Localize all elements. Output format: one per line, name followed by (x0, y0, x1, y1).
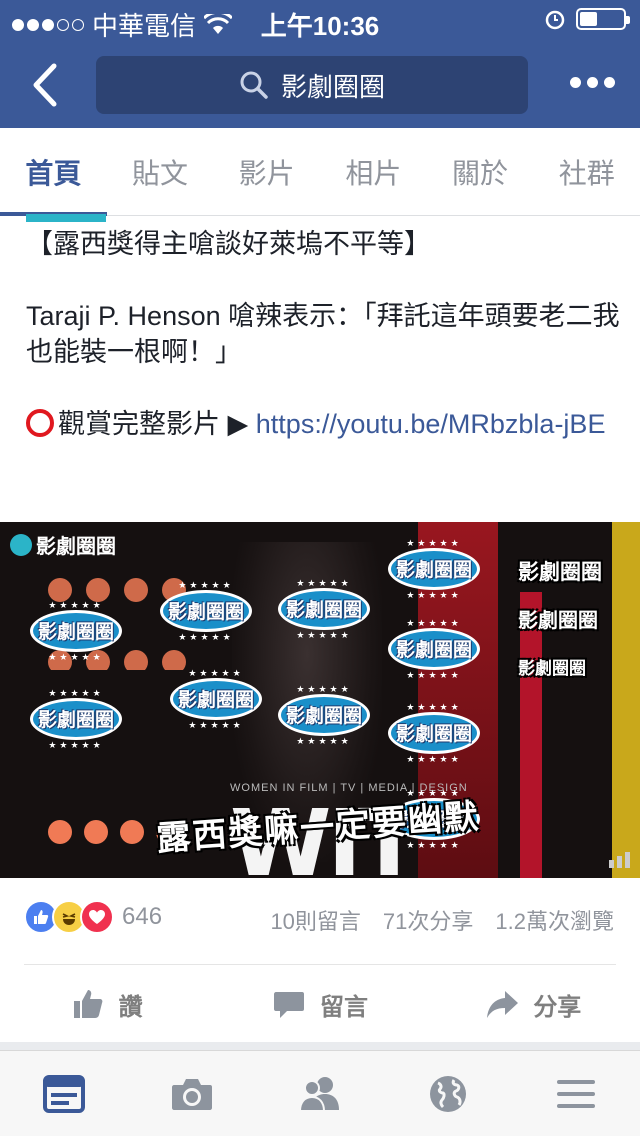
watermark-badge: ★★★★★ 影劇圈圈 ★★★★★ (382, 702, 486, 764)
comment-button[interactable]: 留言 (213, 968, 426, 1040)
stage-yellow-panel (612, 522, 640, 878)
comment-icon (273, 992, 304, 1018)
channel-logo-text: 影劇圈圈 (36, 536, 116, 558)
watermark-badge: ★★★★★ 影劇圈圈 ★★★★★ (382, 538, 486, 600)
globe-icon (430, 1075, 466, 1112)
cta-text: 觀賞完整影片 ▶ (58, 409, 249, 439)
tab-friends[interactable] (256, 1051, 384, 1136)
share-count[interactable]: 71次分享 (383, 904, 473, 936)
back-chevron-icon[interactable] (24, 60, 68, 110)
search-text: 影劇圈圈 (280, 71, 385, 102)
tab-notifications[interactable] (384, 1051, 512, 1136)
tab-menu[interactable] (512, 1051, 640, 1136)
tab-videos[interactable]: 影片 (213, 128, 320, 215)
post-text: 【露西獎得主嗆談好萊塢不平等】 Taraji P. Henson 嗆辣表示：「拜… (26, 226, 626, 442)
like-label: 讚 (118, 993, 143, 1021)
watermark-badge: ★★★★★ 影劇圈圈 ★★★★★ (24, 600, 128, 662)
flower-icon (10, 533, 32, 556)
alarm-icon (545, 10, 565, 30)
tab-posts[interactable]: 貼文 (107, 128, 214, 215)
search-input[interactable]: 影劇圈圈 (96, 56, 528, 114)
thumbs-up-icon (73, 990, 103, 1018)
watermark-text: 影劇圈圈 (518, 610, 598, 632)
like-button[interactable]: 讚 (0, 968, 213, 1040)
more-dot-icon (604, 76, 615, 88)
tab-camera[interactable] (128, 1051, 256, 1136)
page-tabs: 首頁 貼文 影片 相片 關於 社群 (0, 128, 640, 216)
post-cta: 觀賞完整影片 ▶ https://youtu.be/MRbzbla-jBE (26, 406, 626, 442)
watermark-badge: ★★★★★ 影劇圈圈 ★★★★★ (382, 618, 486, 680)
comment-label: 留言 (319, 993, 368, 1021)
video-link[interactable]: https://youtu.be/MRbzbla-jBE (256, 409, 606, 439)
tab-community[interactable]: 社群 (533, 128, 640, 215)
watermark-badge: ★★★★★ 影劇圈圈 ★★★★★ (272, 684, 376, 746)
share-arrow-icon (487, 991, 519, 1018)
search-icon (240, 71, 268, 99)
watermark-badge: ★★★★★ 影劇圈圈 ★★★★★ (164, 668, 268, 730)
bottom-tab-bar (0, 1050, 640, 1136)
volume-icon[interactable] (609, 852, 630, 868)
status-bar: 中華電信 上午10:36 (0, 0, 640, 41)
tab-about[interactable]: 關於 (427, 128, 534, 215)
post-stats: 10則留言 71次分享 1.2萬次瀏覽 (270, 904, 614, 936)
reaction-summary[interactable]: 646 (24, 900, 162, 934)
reaction-count: 646 (122, 903, 163, 930)
page-logo-strip (26, 214, 106, 222)
tab-news-feed[interactable] (0, 1051, 128, 1136)
watermark-badge: ★★★★★ 影劇圈圈 ★★★★★ (154, 580, 258, 642)
post-title: 【露西獎得主嗆談好萊塢不平等】 (26, 229, 431, 259)
view-count: 1.2萬次瀏覽 (495, 909, 614, 934)
more-dot-icon (587, 76, 598, 88)
love-reaction-icon (80, 900, 114, 934)
tab-photos[interactable]: 相片 (320, 128, 427, 215)
channel-logo: 影劇圈圈 (10, 530, 116, 559)
top-header: 中華電信 上午10:36 影劇圈圈 (0, 0, 640, 128)
more-dot-icon (570, 76, 581, 88)
more-options-button[interactable] (570, 70, 616, 94)
share-label: 分享 (533, 993, 582, 1021)
watermark-badge: ★★★★★ 影劇圈圈 ★★★★★ (24, 688, 128, 750)
battery-icon (576, 8, 630, 30)
share-button[interactable]: 分享 (427, 968, 640, 1040)
status-right (544, 8, 630, 30)
stage-red-strip (520, 592, 542, 878)
news-feed-icon (43, 1074, 85, 1113)
watermark-badge: ★★★★★ 影劇圈圈 ★★★★★ (272, 578, 376, 640)
tab-home[interactable]: 首頁 (0, 128, 107, 216)
post-actions: 讚 留言 分享 (0, 968, 640, 1040)
menu-icon (557, 1079, 595, 1108)
feed-separator (0, 1042, 640, 1050)
friends-icon (298, 1076, 339, 1112)
watermark-text: 影劇圈圈 (518, 561, 602, 584)
video-player[interactable]: WOMEN IN FILM | TV | MEDIA | DESIGN WIT … (0, 522, 640, 878)
divider (24, 964, 616, 965)
comment-count[interactable]: 10則留言 (270, 904, 360, 936)
camera-icon (172, 1078, 212, 1110)
watermark-text: 影劇圈圈 (518, 659, 586, 678)
post-body: Taraji P. Henson 嗆辣表示：「拜託這年頭要老二我也能裝一根啊！」 (26, 301, 620, 367)
red-circle-icon (26, 409, 54, 437)
